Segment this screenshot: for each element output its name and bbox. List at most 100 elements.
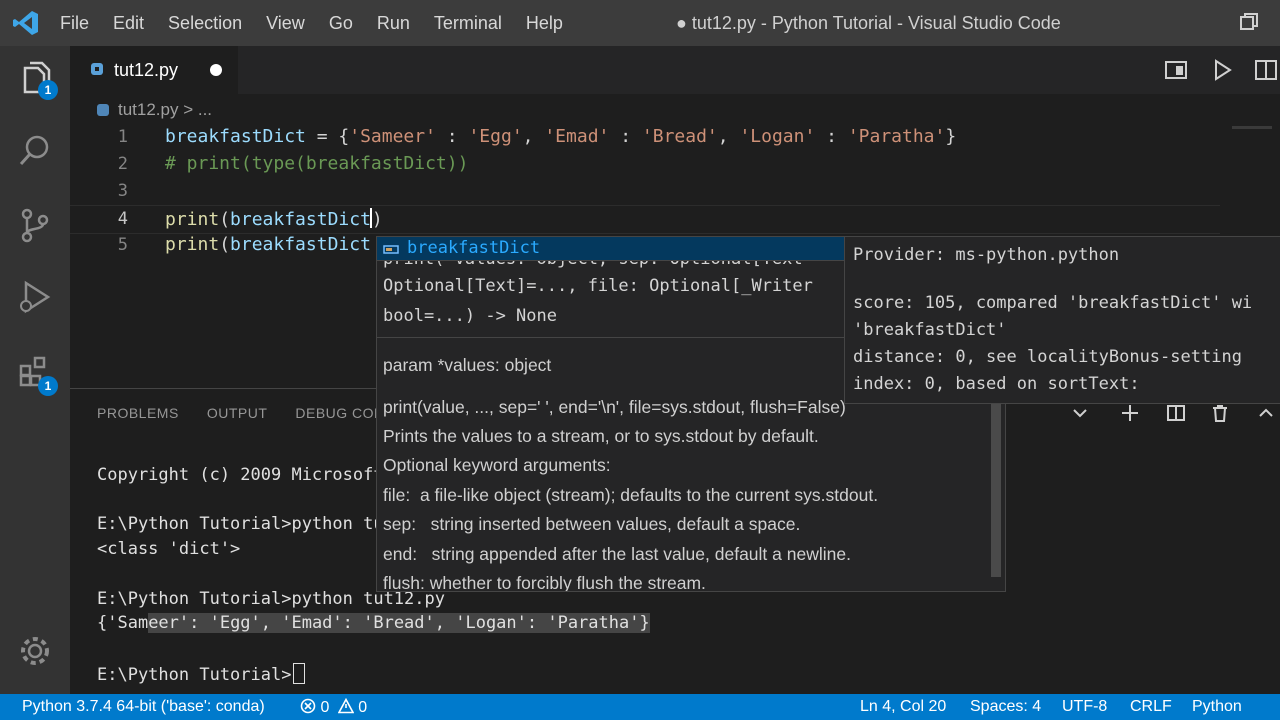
menu-view[interactable]: View: [266, 13, 305, 34]
search-icon[interactable]: [16, 132, 54, 170]
menu-help[interactable]: Help: [526, 13, 563, 34]
tab-tut12-py[interactable]: tut12.py: [70, 46, 238, 94]
line-number: 2: [117, 154, 128, 174]
python-file-icon: [91, 63, 103, 75]
line-number: 1: [117, 127, 128, 147]
token: 'Logan': [739, 126, 816, 147]
python-file-icon: [97, 104, 109, 116]
warning-icon: [337, 697, 355, 714]
doc-line: Prints the values to a stream, or to sys…: [383, 426, 819, 446]
terminal-selection: eer': 'Egg', 'Emad': 'Bread', 'Logan': '…: [148, 613, 650, 633]
signature-line: bool=...) -> None: [383, 306, 557, 326]
param-doc: param *values: object: [383, 355, 552, 375]
indentation[interactable]: Spaces: 4: [970, 698, 1041, 716]
menu-file[interactable]: File: [60, 13, 89, 34]
terminal-line: E:\Python Tutorial>: [97, 663, 306, 685]
terminal-text: {'Sam: [97, 613, 149, 633]
doc-line: end: string appended after the last valu…: [383, 544, 851, 564]
gear-icon[interactable]: [16, 632, 54, 670]
details-line: index: 0, based on sortText:: [853, 374, 1140, 394]
chevron-down-icon[interactable]: [1070, 403, 1090, 423]
error-count: 0: [320, 699, 330, 716]
doc-line: file: a file-like object (stream); defau…: [383, 485, 879, 505]
doc-line: Optional keyword arguments:: [383, 455, 611, 475]
open-preview-icon[interactable]: [1164, 58, 1188, 82]
suggestion-label: breakfastDict: [407, 238, 540, 258]
run-file-icon[interactable]: [1210, 58, 1234, 82]
tab-label: tut12.py: [114, 60, 179, 80]
menu-terminal[interactable]: Terminal: [434, 13, 502, 34]
line-content: print(breakfastDict): [165, 208, 383, 230]
vscode-logo-icon: [13, 11, 38, 35]
code-line: 1 breakfastDict = {'Sameer' : 'Egg', 'Em…: [70, 124, 1220, 151]
token: }: [945, 126, 957, 147]
cursor-position[interactable]: Ln 4, Col 20: [860, 698, 946, 716]
menu-go[interactable]: Go: [329, 13, 353, 34]
token: (: [219, 209, 231, 230]
token: 'Egg': [468, 126, 523, 147]
terminal-line: <class 'dict'>: [97, 539, 241, 559]
run-debug-icon[interactable]: [16, 278, 54, 316]
menu-edit[interactable]: Edit: [113, 13, 144, 34]
activity-bar: 1 1: [0, 46, 70, 694]
warning-count: 0: [358, 699, 368, 716]
terminal-prompt: E:\Python Tutorial>: [97, 665, 292, 685]
restore-window-icon[interactable]: [1240, 13, 1258, 31]
explorer-badge: 1: [38, 80, 58, 100]
language-mode[interactable]: Python: [1192, 698, 1242, 716]
problems-indicator[interactable]: 0 0: [300, 697, 368, 717]
token: breakfastDict: [230, 234, 371, 255]
terminal-cursor: [293, 663, 306, 684]
line-ending[interactable]: CRLF: [1130, 698, 1172, 716]
status-bar: Python 3.7.4 64-bit ('base': conda) 0 0 …: [0, 694, 1280, 720]
editor-tab-bar: tut12.py: [70, 46, 1280, 94]
minimap[interactable]: [1232, 126, 1272, 129]
error-icon: [300, 698, 316, 714]
details-line: score: 105, compared 'breakfastDict' wi: [853, 293, 1253, 313]
suggestion-item[interactable]: breakfastDict: [376, 236, 846, 261]
menu-selection[interactable]: Selection: [168, 13, 242, 34]
doc-line: print(value, ..., sep=' ', end='\n', fil…: [383, 397, 846, 417]
details-line: Provider: ms-python.python: [853, 245, 1120, 265]
line-number: 3: [117, 181, 128, 201]
menu-run[interactable]: Run: [377, 13, 410, 34]
suggestion-details: Provider: ms-python.python score: 105, c…: [844, 236, 1280, 404]
line-content: # print(type(breakfastDict)): [165, 153, 469, 174]
source-control-icon[interactable]: [16, 206, 54, 244]
token: :: [815, 126, 848, 147]
trash-icon[interactable]: [1210, 403, 1230, 423]
scrollbar[interactable]: [991, 401, 1001, 577]
tab-problems[interactable]: PROBLEMS: [97, 405, 179, 421]
token: ): [371, 209, 383, 230]
token: = {: [305, 126, 350, 147]
details-line: 'breakfastDict': [853, 320, 1007, 340]
code-line: 3: [70, 178, 1220, 205]
menu-bar: File Edit Selection View Go Run Terminal…: [60, 0, 587, 46]
new-terminal-icon[interactable]: [1120, 403, 1140, 423]
token: 'Sameer': [349, 126, 436, 147]
breadcrumb: tut12.py > ...: [96, 100, 212, 120]
breadcrumb-path[interactable]: tut12.py > ...: [118, 100, 212, 120]
split-terminal-icon[interactable]: [1166, 403, 1186, 423]
python-interpreter[interactable]: Python 3.7.4 64-bit ('base': conda): [22, 698, 265, 716]
split-editor-icon[interactable]: [1254, 58, 1278, 82]
token: ,: [717, 126, 740, 147]
token: breakfastDict: [230, 209, 371, 230]
current-code-line: 4 print(breakfastDict): [70, 205, 1220, 234]
unsaved-dot-icon[interactable]: [210, 64, 222, 76]
token: print: [165, 209, 220, 230]
title-bar: File Edit Selection View Go Run Terminal…: [0, 0, 1280, 46]
tab-output[interactable]: OUTPUT: [207, 405, 268, 421]
token: :: [435, 126, 469, 147]
encoding[interactable]: UTF-8: [1062, 698, 1107, 716]
chevron-up-icon[interactable]: [1256, 403, 1276, 423]
doc-line: flush: whether to forcibly flush the str…: [383, 573, 706, 592]
token: ,: [522, 126, 545, 147]
line-content: print(breakfastDict: [165, 234, 371, 255]
extensions-badge: 1: [38, 376, 58, 396]
token: 'Paratha': [847, 126, 946, 147]
details-line: distance: 0, see localityBonus-setting: [853, 347, 1242, 367]
doc-line: sep: string inserted between values, def…: [383, 514, 801, 534]
signature-line: print(*values: object, sep: Optional[Tex…: [383, 261, 803, 269]
signature-line: Optional[Text]=..., file: Optional[_Writ…: [383, 276, 813, 296]
